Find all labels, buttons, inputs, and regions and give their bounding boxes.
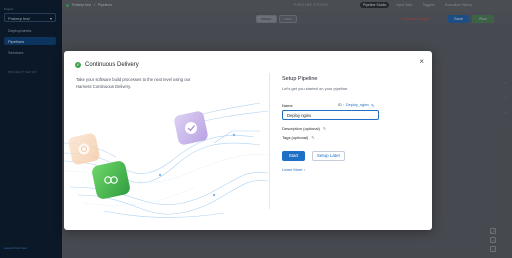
tags-label[interactable]: Tags (optional) bbox=[282, 135, 308, 140]
setup-subtitle: Let's get you started on your pipeline. bbox=[282, 86, 349, 91]
setup-title: Setup Pipeline bbox=[282, 76, 318, 82]
modal-description: Take your software build processes to th… bbox=[76, 77, 191, 89]
modal-divider bbox=[269, 73, 270, 209]
id-label: ID : bbox=[338, 103, 344, 107]
name-label: Name bbox=[282, 103, 293, 108]
modal-title: ✓ Continuous Delivery bbox=[75, 62, 139, 68]
setup-pipeline-modal: × ✓ Continuous Delivery Take your softwa… bbox=[64, 51, 432, 230]
pencil-icon[interactable]: ✎ bbox=[311, 135, 314, 140]
id-value: Deploy_nginx bbox=[345, 103, 369, 107]
pipeline-illustration bbox=[64, 102, 268, 218]
setup-later-button[interactable]: Setup Later bbox=[312, 151, 345, 161]
tags-row[interactable]: Tags (optional) ✎ bbox=[282, 135, 315, 140]
description-label[interactable]: Description (optional) bbox=[282, 126, 320, 131]
description-row[interactable]: Description (optional) ✎ bbox=[282, 126, 326, 131]
pipeline-id: ID : Deploy_nginx ✎ bbox=[338, 103, 374, 108]
start-button[interactable]: Start bbox=[282, 151, 305, 161]
modal-title-text: Continuous Delivery bbox=[85, 62, 139, 68]
learn-more-link[interactable]: Learn More › bbox=[282, 167, 305, 172]
green-stage-tile bbox=[92, 161, 130, 199]
modal-left-panel: ✓ Continuous Delivery Take your software… bbox=[64, 51, 268, 230]
orange-stage-tile bbox=[68, 133, 100, 165]
modal-right-panel: Setup Pipeline Let's get you started on … bbox=[282, 51, 422, 230]
pencil-icon[interactable]: ✎ bbox=[323, 126, 326, 131]
check-circle-icon: ✓ bbox=[75, 62, 81, 68]
pipeline-name-input[interactable] bbox=[282, 110, 379, 120]
pencil-icon[interactable]: ✎ bbox=[371, 103, 374, 108]
purple-stage-tile bbox=[174, 111, 208, 145]
